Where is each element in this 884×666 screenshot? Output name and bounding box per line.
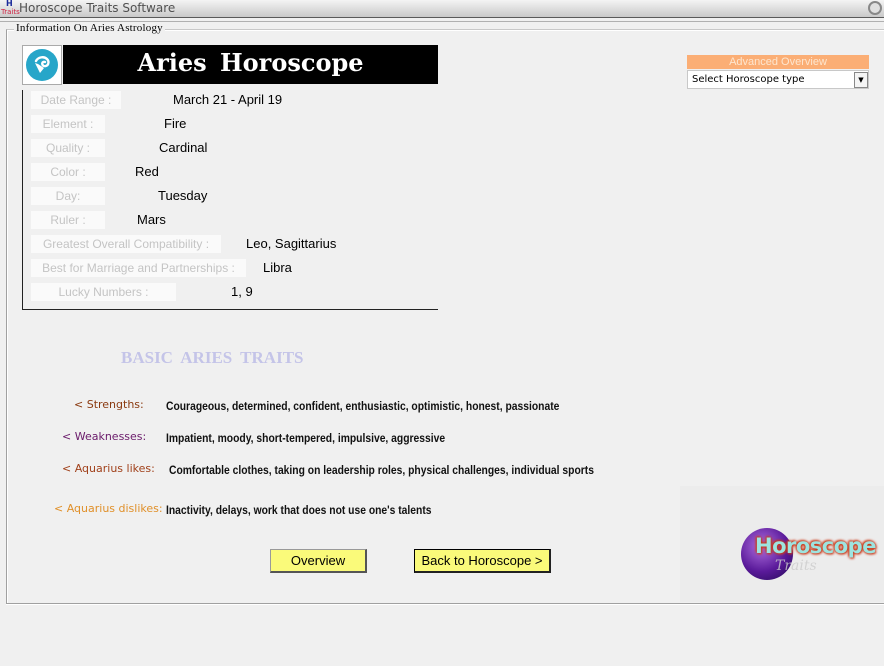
groupbox-legend: Information On Aries Astrology: [14, 22, 165, 34]
lucky-numbers-label: Lucky Numbers :: [31, 283, 176, 301]
close-button[interactable]: [868, 1, 882, 15]
marriage-value: Libra: [263, 260, 292, 275]
select-value: Select Horoscope type: [692, 74, 805, 85]
likes-value: Comfortable clothes, taking on leadershi…: [169, 463, 594, 477]
dislikes-value: Inactivity, delays, work that does not u…: [166, 503, 432, 517]
weaknesses-value: Impatient, moody, short-tempered, impuls…: [166, 431, 446, 445]
lucky-numbers-value: 1, 9: [231, 284, 253, 299]
day-label: Day:: [31, 187, 105, 205]
strengths-label: < Strengths:: [74, 398, 144, 411]
marriage-label: Best for Marriage and Partnerships :: [31, 259, 246, 277]
horoscope-traits-logo: Horoscope Traits: [680, 486, 884, 602]
date-range-value: March 21 - April 19: [173, 92, 283, 107]
overview-button[interactable]: Overview: [270, 549, 367, 573]
logo-title: Horoscope: [755, 534, 876, 558]
date-range-label: Date Range :: [31, 91, 121, 109]
ruler-label: Ruler :: [31, 211, 105, 229]
compatibility-value: Leo, Sagittarius: [246, 236, 337, 251]
app-icon: H Traits: [1, 0, 20, 17]
dislikes-label: < Aquarius dislikes:: [54, 502, 163, 515]
quality-label: Quality :: [31, 139, 105, 157]
horoscope-type-select[interactable]: Select Horoscope type ▼: [687, 70, 869, 89]
aries-ram-icon: [26, 49, 58, 81]
traits-heading: BASIC ARIES TRAITS: [121, 348, 304, 367]
likes-label: < Aquarius likes:: [62, 462, 155, 475]
window-title: Horoscope Traits Software: [19, 1, 176, 15]
sign-icon-frame: [22, 45, 62, 85]
bottom-divider: [6, 603, 884, 605]
quality-value: Cardinal: [159, 140, 208, 155]
info-panel: Date Range : March 21 - April 19 Element…: [22, 90, 438, 310]
element-value: Fire: [164, 116, 187, 131]
color-label: Color :: [31, 163, 105, 181]
title-bar: H Traits Horoscope Traits Software: [0, 0, 884, 18]
app-icon-letter: H: [6, 0, 13, 8]
weaknesses-label: < Weaknesses:: [62, 430, 147, 443]
back-to-horoscope-button[interactable]: Back to Horoscope >: [414, 549, 551, 573]
element-label: Element :: [31, 115, 105, 133]
logo-subtitle: Traits: [775, 558, 817, 574]
strengths-value: Courageous, determined, confident, enthu…: [166, 399, 560, 413]
color-value: Red: [135, 164, 159, 179]
ruler-value: Mars: [137, 212, 166, 227]
page-title: Aries Horoscope: [63, 45, 438, 84]
day-value: Tuesday: [158, 188, 208, 203]
advanced-overview-header: Advanced Overview: [687, 55, 869, 69]
compatibility-label: Greatest Overall Compatibility :: [31, 235, 221, 253]
chevron-down-icon[interactable]: ▼: [854, 72, 868, 88]
app-icon-caption: Traits: [1, 8, 20, 16]
